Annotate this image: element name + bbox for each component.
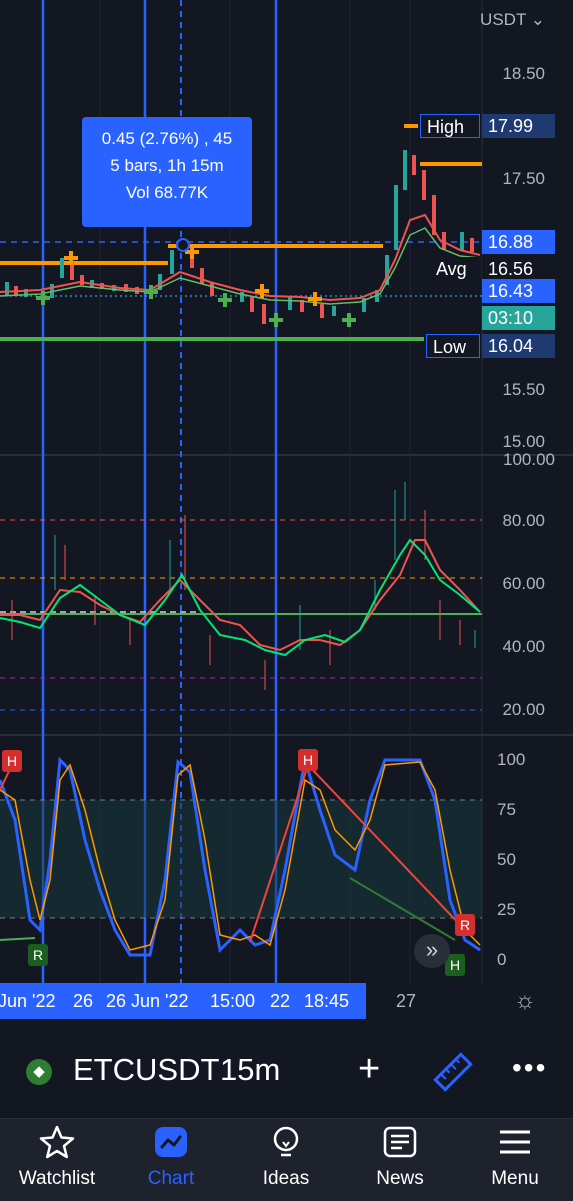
more-icon[interactable]: ••• — [512, 1052, 547, 1084]
high-marker: H — [2, 750, 22, 772]
time-axis-label: 22 — [270, 991, 291, 1011]
time-axis-label: 18:45 — [304, 991, 350, 1011]
stoch-axis-label: 50 — [497, 850, 516, 869]
rsi-axis-label: 100.00 — [503, 450, 555, 469]
rsi-axis-label: 40.00 — [502, 637, 545, 656]
time-axis-label: 15:00 — [210, 991, 256, 1011]
stoch-axis-label: 25 — [497, 900, 516, 919]
measure-bars: 5 bars, 1h 15m — [110, 156, 224, 175]
nav-label: Ideas — [262, 1168, 310, 1189]
nav-watchlist[interactable]: Watchlist — [2, 1125, 112, 1190]
avg-value: 16.56 — [482, 257, 555, 281]
nav-chart[interactable]: Chart — [116, 1125, 226, 1190]
time-axis[interactable]: Jun '22 26 26 Jun '22 15:00 22 18:45 27 … — [0, 983, 573, 1021]
price-axis-label: 15.50 — [502, 380, 545, 399]
star-icon — [39, 1125, 75, 1159]
ruler-icon[interactable] — [433, 1052, 473, 1097]
menu-icon — [500, 1130, 530, 1154]
nav-news[interactable]: News — [345, 1125, 455, 1190]
low-label: Low — [426, 334, 480, 358]
symbol-toolbar: ◆ ETCUSDT 15m + ••• — [0, 1040, 573, 1104]
countdown-tag: 03:10 — [482, 306, 555, 330]
etc-logo-icon: ◆ — [26, 1059, 52, 1085]
chart-icon — [155, 1127, 187, 1157]
avg-label: Avg — [430, 257, 480, 281]
measure-start-handle[interactable] — [176, 238, 190, 252]
nav-label: News — [376, 1168, 424, 1189]
stoch-axis-label: 75 — [497, 800, 516, 819]
rsi-axis-label: 20.00 — [502, 700, 545, 719]
bottom-navigation: Watchlist Chart Ideas News Menu — [0, 1118, 573, 1201]
nav-ideas[interactable]: Ideas — [231, 1125, 341, 1190]
price-axis-label: 18.50 — [502, 64, 545, 83]
measure-volume: Vol 68.77K — [125, 183, 209, 202]
rsi-axis-label: 60.00 — [502, 574, 545, 593]
high-marker: H — [298, 749, 318, 771]
nav-label: Watchlist — [18, 1168, 96, 1189]
rsi-axis-label: 80.00 — [502, 511, 545, 530]
time-axis-label: 26 — [73, 991, 94, 1011]
nav-label: Menu — [491, 1168, 539, 1189]
bulb-icon — [273, 1126, 299, 1157]
interval-selector[interactable]: 15m — [220, 1052, 280, 1088]
reversal-marker: R — [28, 944, 48, 966]
measure-tooltip: 0.45 (2.76%) , 45 5 bars, 1h 15m Vol 68.… — [82, 117, 252, 227]
time-axis-label: 26 Jun '22 — [106, 991, 189, 1011]
reversal-marker: R — [455, 914, 475, 936]
news-icon — [383, 1126, 417, 1158]
time-axis-label: Jun '22 — [0, 991, 56, 1011]
high-label: High — [420, 114, 480, 138]
rsi-line — [0, 539, 481, 652]
measure-change: 0.45 (2.76%) , 45 — [101, 129, 233, 148]
stoch-axis-label: 0 — [497, 950, 507, 969]
time-axis-label: 27 — [396, 991, 417, 1011]
stoch-axis-label: 100 — [497, 750, 526, 769]
current-price-tag: 16.88 — [482, 230, 555, 254]
low-value: 16.04 — [482, 334, 555, 358]
settings-gear-icon[interactable]: ☼ — [514, 987, 536, 1015]
price-axis-label: 15.00 — [502, 432, 545, 451]
high-value: 17.99 — [482, 114, 555, 138]
nav-label: Chart — [147, 1168, 195, 1189]
double-chevron-right-icon: » — [425, 937, 439, 962]
currency-label[interactable]: USDT ⌄ — [480, 10, 545, 30]
scroll-to-realtime-button[interactable]: » — [414, 934, 450, 968]
plus-icon[interactable]: + — [358, 1048, 380, 1091]
last-price-tag: 16.43 — [482, 279, 555, 303]
symbol-name[interactable]: ETCUSDT — [73, 1052, 219, 1088]
price-axis-label: 17.50 — [502, 169, 545, 188]
nav-menu[interactable]: Menu — [460, 1125, 570, 1190]
